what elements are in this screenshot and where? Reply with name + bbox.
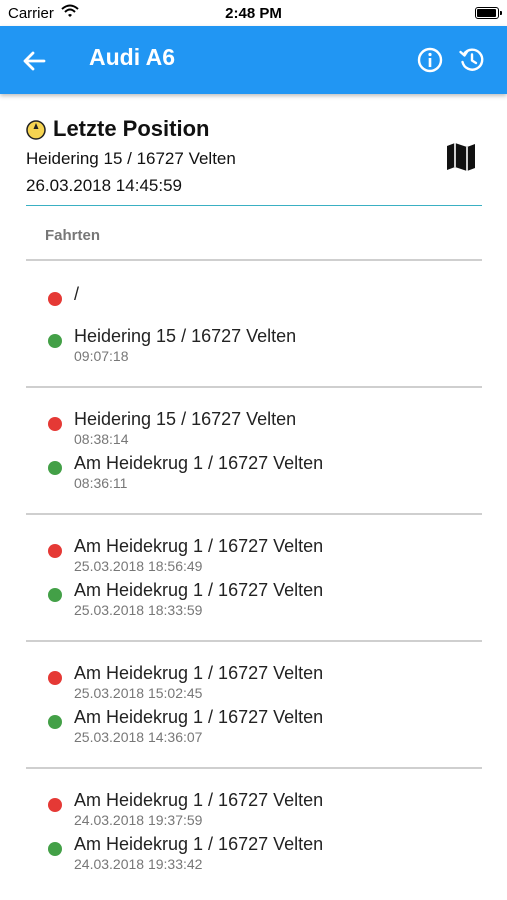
status-bar: Carrier 2:48 PM xyxy=(0,0,507,26)
trip-end-address: Heidering 15 / 16727 Velten xyxy=(74,409,297,429)
battery-fill xyxy=(477,9,496,17)
trip-start-address: Am Heidekrug 1 / 16727 Velten xyxy=(74,834,324,854)
divider xyxy=(26,513,482,515)
trip-start-address: Am Heidekrug 1 / 16727 Velten xyxy=(74,707,324,727)
trip-start-address: Am Heidekrug 1 / 16727 Velten xyxy=(74,580,324,600)
trip-start-time: 09:07:18 xyxy=(74,348,129,364)
arrow-left-icon xyxy=(23,51,46,71)
trip-end-address: / xyxy=(74,284,80,304)
trip-end-time: 24.03.2018 19:37:59 xyxy=(74,812,203,828)
battery-icon xyxy=(475,7,502,19)
start-marker-icon xyxy=(48,842,62,856)
map-icon xyxy=(447,143,475,171)
divider xyxy=(26,386,482,388)
page-title: Audi A6 xyxy=(89,44,176,70)
status-time: 2:48 PM xyxy=(225,5,282,22)
end-marker-icon xyxy=(48,544,62,558)
trip-end-time: 25.03.2018 15:02:45 xyxy=(74,685,203,701)
start-marker-icon xyxy=(48,588,62,602)
trip-start-time: 25.03.2018 18:33:59 xyxy=(74,602,203,618)
last-position-card: Letzte Position Heidering 15 / 16727 Vel… xyxy=(26,114,482,206)
start-marker-icon xyxy=(48,715,62,729)
map-button[interactable] xyxy=(444,140,478,174)
trip-end-time: 08:38:14 xyxy=(74,431,129,447)
start-marker-icon xyxy=(48,461,62,475)
info-icon xyxy=(417,47,443,73)
back-button[interactable] xyxy=(20,47,48,75)
trip-end-time: 25.03.2018 18:56:49 xyxy=(74,558,203,574)
end-marker-icon xyxy=(48,671,62,685)
trip-end-address: Am Heidekrug 1 / 16727 Velten xyxy=(74,790,324,810)
info-button[interactable] xyxy=(416,46,444,74)
divider xyxy=(26,259,482,261)
start-marker-icon xyxy=(48,334,62,348)
trip-start-time: 25.03.2018 14:36:07 xyxy=(74,729,203,745)
end-marker-icon xyxy=(48,798,62,812)
trip-end-address: Am Heidekrug 1 / 16727 Velten xyxy=(74,536,324,556)
divider xyxy=(26,767,482,769)
last-position-title: Letzte Position xyxy=(53,116,210,141)
history-refresh-icon xyxy=(459,48,484,71)
divider xyxy=(26,640,482,642)
trip-start-time: 08:36:11 xyxy=(74,475,128,491)
trip-start-address: Heidering 15 / 16727 Velten xyxy=(74,326,297,346)
end-marker-icon xyxy=(48,417,62,431)
last-position-datetime: 26.03.2018 14:45:59 xyxy=(26,176,182,195)
app-bar: Audi A6 xyxy=(0,26,507,94)
history-refresh-button[interactable] xyxy=(458,46,486,74)
trips-header: Fahrten xyxy=(45,227,101,244)
trip-start-address: Am Heidekrug 1 / 16727 Velten xyxy=(74,453,324,473)
last-position-address: Heidering 15 / 16727 Velten xyxy=(26,149,236,168)
yellow-location-icon xyxy=(26,120,46,140)
end-marker-icon xyxy=(48,292,62,306)
trip-start-time: 24.03.2018 19:33:42 xyxy=(74,856,203,872)
trip-end-address: Am Heidekrug 1 / 16727 Velten xyxy=(74,663,324,683)
